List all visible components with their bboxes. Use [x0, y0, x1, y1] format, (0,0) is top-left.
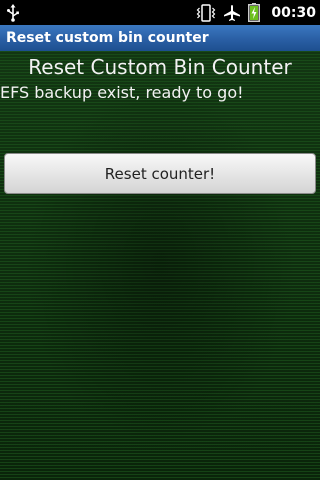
- status-left: [6, 3, 196, 22]
- app-title: Reset custom bin counter: [6, 30, 209, 46]
- page-heading: Reset Custom Bin Counter: [28, 55, 292, 79]
- main-content: Reset Custom Bin Counter EFS backup exis…: [0, 51, 320, 480]
- clock: 00:30: [271, 4, 316, 21]
- title-bar: Reset custom bin counter: [0, 25, 320, 51]
- backup-status-text: EFS backup exist, ready to go!: [0, 83, 244, 102]
- vibrate-icon: [196, 3, 216, 22]
- battery-charging-icon: [248, 3, 261, 22]
- reset-counter-button[interactable]: Reset counter!: [4, 153, 316, 194]
- status-bar: 00:30: [0, 0, 320, 25]
- usb-icon: [6, 3, 20, 22]
- airplane-icon: [223, 4, 241, 22]
- status-right: 00:30: [196, 3, 316, 22]
